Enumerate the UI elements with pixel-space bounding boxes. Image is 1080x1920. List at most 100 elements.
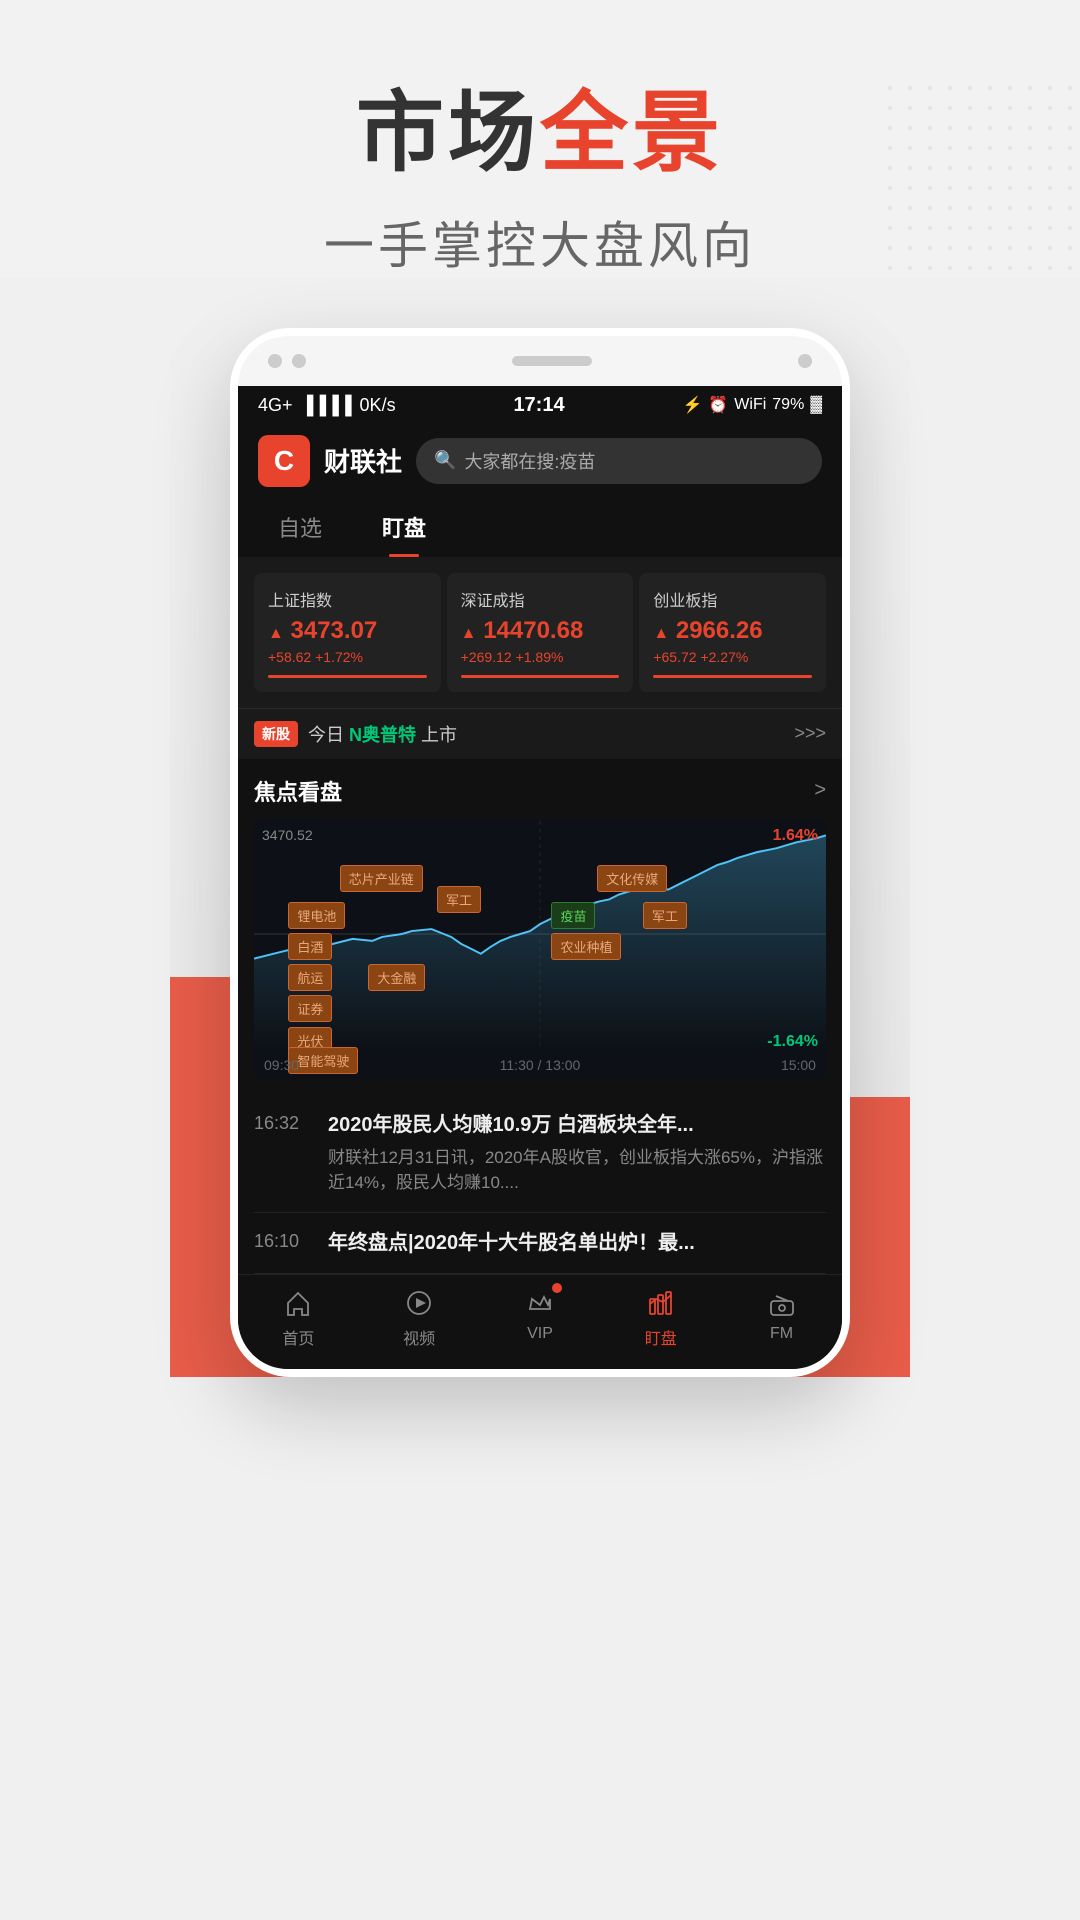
front-camera-area xyxy=(268,354,306,368)
nav-video-label: 视频 xyxy=(403,1325,435,1349)
tag-liquor: 白酒 xyxy=(288,933,332,960)
tag-military1: 军工 xyxy=(437,886,481,913)
new-stock-badge: 新股 xyxy=(254,721,298,747)
status-right: ⚡ ⏰ WiFi 79% ▓ xyxy=(682,395,822,415)
chart-svg xyxy=(254,819,826,1049)
news-ticker[interactable]: 新股 今日 N奥普特 上市 >>> xyxy=(238,708,842,759)
chart-y-label: 3470.52 xyxy=(262,827,313,843)
phone-section: 4G+ ▐▐▐▐ 0K/s 17:14 ⚡ ⏰ WiFi 79% ▓ xyxy=(0,278,1080,1377)
app-logo: C xyxy=(258,435,310,487)
tag-finance: 大金融 xyxy=(368,964,425,991)
index-bar-1 xyxy=(461,675,620,678)
speed-label: 0K/s xyxy=(360,395,396,416)
index-card-shanghai[interactable]: 上证指数 ▲ 3473.07 +58.62 +1.72% xyxy=(254,573,441,692)
news-section: 16:32 2020年股民人均赚10.9万 白酒板块全年... 财联社12月31… xyxy=(238,1095,842,1274)
camera-dot xyxy=(268,354,282,368)
tag-chip: 芯片产业链 xyxy=(340,865,423,892)
index-value-2: ▲ 2966.26 xyxy=(653,617,812,645)
news-headline-0: 2020年股民人均赚10.9万 白酒板块全年... xyxy=(328,1111,826,1139)
carrier-label: 4G+ xyxy=(258,395,293,416)
tag-battery: 锂电池 xyxy=(288,902,345,929)
corner-decoration xyxy=(880,78,1080,278)
chart-pct-high: 1.64% xyxy=(773,827,818,845)
index-change-0: +58.62 +1.72% xyxy=(268,649,427,665)
signal-icon: ▐▐▐▐ xyxy=(301,395,352,416)
up-arrow-2: ▲ xyxy=(653,625,669,642)
chart-pct-low: -1.64% xyxy=(767,1033,818,1051)
main-tabs: 自选 盯盘 xyxy=(238,497,842,557)
index-change-1: +269.12 +1.89% xyxy=(461,649,620,665)
stock-name: N奥普特 xyxy=(349,725,416,745)
index-name-2: 创业板指 xyxy=(653,587,812,611)
tag-media: 文化传媒 xyxy=(597,865,667,892)
status-left: 4G+ ▐▐▐▐ 0K/s xyxy=(258,395,396,416)
index-change-2: +65.72 +2.27% xyxy=(653,649,812,665)
crown-icon xyxy=(522,1285,558,1321)
nav-vip[interactable]: VIP xyxy=(500,1285,580,1349)
bottom-navigation: 首页 视频 xyxy=(238,1274,842,1369)
news-item-1[interactable]: 16:10 年终盘点|2020年十大牛股名单出炉！最... xyxy=(254,1213,826,1274)
search-bar[interactable]: 🔍 大家都在搜:疫苗 xyxy=(416,438,822,484)
up-arrow-0: ▲ xyxy=(268,625,284,642)
nav-home[interactable]: 首页 xyxy=(258,1285,338,1349)
radio-icon xyxy=(764,1285,800,1321)
time-display: 17:14 xyxy=(513,394,564,417)
wifi-icon: WiFi xyxy=(734,396,766,414)
chart-x-labels: 09:30 11:30 / 13:00 15:00 xyxy=(254,1057,826,1073)
play-icon xyxy=(401,1285,437,1321)
app-header: C 财联社 🔍 大家都在搜:疫苗 xyxy=(238,425,842,497)
index-value-0: ▲ 3473.07 xyxy=(268,617,427,645)
focus-more-icon[interactable]: > xyxy=(814,779,826,802)
home-icon xyxy=(280,1285,316,1321)
status-bar: 4G+ ▐▐▐▐ 0K/s 17:14 ⚡ ⏰ WiFi 79% ▓ xyxy=(238,386,842,425)
index-card-chinext[interactable]: 创业板指 ▲ 2966.26 +65.72 +2.27% xyxy=(639,573,826,692)
promo-section: 市场全景 一手掌控大盘风向 xyxy=(0,0,1080,278)
tag-shipping: 航运 xyxy=(288,964,332,991)
focus-section: 焦点看盘 > 3470.52 1.64% -1.64% xyxy=(238,759,842,1095)
up-arrow-1: ▲ xyxy=(461,625,477,642)
phone-screen: 4G+ ▐▐▐▐ 0K/s 17:14 ⚡ ⏰ WiFi 79% ▓ xyxy=(238,386,842,1369)
tag-securities: 证券 xyxy=(288,995,332,1022)
indices-section: 上证指数 ▲ 3473.07 +58.62 +1.72% 深证成指 xyxy=(238,557,842,708)
nav-monitor-label: 盯盘 xyxy=(645,1325,677,1349)
ticker-text: 今日 N奥普特 上市 xyxy=(308,721,784,747)
nav-fm-label: FM xyxy=(770,1325,793,1343)
index-bar-0 xyxy=(268,675,427,678)
chart-icon xyxy=(643,1285,679,1321)
focus-title: 焦点看盘 xyxy=(254,775,342,807)
index-value-1: ▲ 14470.68 xyxy=(461,617,620,645)
nav-monitor[interactable]: 盯盘 xyxy=(621,1285,701,1349)
battery-icon: ▓ xyxy=(810,396,822,414)
phone-top-bar xyxy=(238,336,842,386)
news-content-0: 2020年股民人均赚10.9万 白酒板块全年... 财联社12月31日讯，202… xyxy=(328,1111,826,1196)
news-time-1: 16:10 xyxy=(254,1229,314,1257)
proximity-sensor xyxy=(798,354,812,368)
index-name-0: 上证指数 xyxy=(268,587,427,611)
index-name-1: 深证成指 xyxy=(461,587,620,611)
battery-label: 79% xyxy=(772,396,804,414)
tag-vaccine: 疫苗 xyxy=(551,902,595,929)
news-time-0: 16:32 xyxy=(254,1111,314,1196)
news-headline-1: 年终盘点|2020年十大牛股名单出炉！最... xyxy=(328,1229,695,1257)
nav-vip-label: VIP xyxy=(527,1325,553,1343)
index-card-shenzhen[interactable]: 深证成指 ▲ 14470.68 +269.12 +1.89% xyxy=(447,573,634,692)
search-icon: 🔍 xyxy=(434,450,456,471)
news-content-1: 年终盘点|2020年十大牛股名单出炉！最... xyxy=(328,1229,695,1257)
news-snippet-0: 财联社12月31日讯，2020年A股收官，创业板指大涨65%，沪指涨近14%，股… xyxy=(328,1145,826,1196)
tag-agriculture: 农业种植 xyxy=(551,933,621,960)
ticker-arrow-icon: >>> xyxy=(794,723,826,744)
app-name-label: 财联社 xyxy=(324,442,402,479)
nav-fm[interactable]: FM xyxy=(742,1285,822,1349)
alarm-icon: ⏰ xyxy=(708,395,728,415)
news-item-0[interactable]: 16:32 2020年股民人均赚10.9万 白酒板块全年... 财联社12月31… xyxy=(254,1095,826,1213)
nav-home-label: 首页 xyxy=(282,1325,314,1349)
bluetooth-icon: ⚡ xyxy=(682,395,702,415)
index-bar-2 xyxy=(653,675,812,678)
tab-monitor[interactable]: 盯盘 xyxy=(372,497,436,557)
nav-video[interactable]: 视频 xyxy=(379,1285,459,1349)
speaker-grille xyxy=(512,356,592,366)
market-chart[interactable]: 3470.52 1.64% -1.64% xyxy=(254,819,826,1079)
phone-frame: 4G+ ▐▐▐▐ 0K/s 17:14 ⚡ ⏰ WiFi 79% ▓ xyxy=(230,328,850,1377)
tab-watchlist[interactable]: 自选 xyxy=(268,497,332,557)
focus-header: 焦点看盘 > xyxy=(254,775,826,807)
